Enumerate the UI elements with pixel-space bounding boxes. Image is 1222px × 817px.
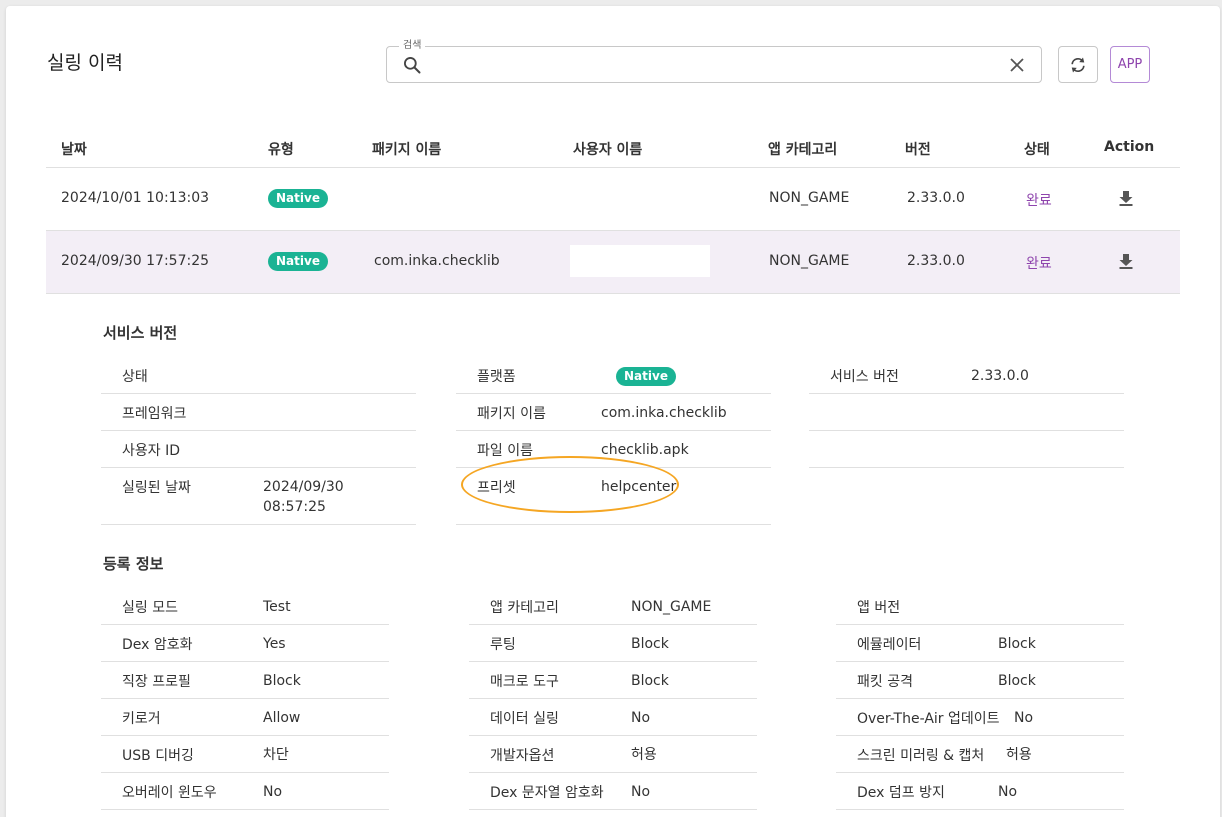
header-date[interactable]: 날짜	[61, 139, 87, 159]
highlight-ellipse	[461, 456, 679, 513]
table-row-selected[interactable]: 2024/09/30 17:57:25 Native com.inka.chec…	[46, 231, 1180, 294]
search-legend: 검색	[399, 39, 426, 53]
reg-row: 직장 프로필 Block	[101, 662, 389, 699]
reg-row: 앱 카테고리 NON_GAME	[469, 588, 757, 625]
row-category: NON_GAME	[769, 190, 850, 206]
detail-row-package: 패키지 이름 com.inka.checklib	[456, 394, 771, 431]
detail-value: 2024/09/30 08:57:25	[263, 479, 344, 515]
search-box[interactable]: 검색	[386, 39, 1042, 83]
detail-key: 실링된 날짜	[122, 480, 191, 496]
table-row[interactable]: 2024/10/01 10:13:03 Native NON_GAME 2.33…	[46, 168, 1180, 231]
status-text: 완료	[1026, 193, 1052, 209]
register-section-title: 등록 정보	[103, 555, 164, 573]
header-package[interactable]: 패키지 이름	[372, 139, 441, 159]
header-category[interactable]: 앱 카테고리	[768, 139, 837, 159]
row-date: 2024/10/01 10:13:03	[61, 190, 210, 206]
reg-row: 데이터 실링 No	[469, 699, 757, 736]
detail-row-empty	[809, 431, 1124, 468]
reg-row: Dex 문자열 암호화 No	[469, 773, 757, 810]
detail-key: 패키지 이름	[477, 406, 546, 422]
reg-row: 루팅 Block	[469, 625, 757, 662]
row-date: 2024/09/30 17:57:25	[61, 253, 210, 269]
reg-row: 개발자옵션 허용	[469, 736, 757, 773]
reg-row: Dex 덤프 방지 No	[836, 773, 1124, 810]
detail-row-platform: 플랫폼 Native	[456, 357, 771, 394]
reg-row: Over-The-Air 업데이트 No	[836, 699, 1124, 736]
row-version: 2.33.0.0	[907, 190, 965, 206]
refresh-button[interactable]	[1058, 46, 1098, 83]
detail-row-user-id: 사용자 ID	[101, 431, 416, 468]
reg-row: 매크로 도구 Block	[469, 662, 757, 699]
platform-badge: Native	[616, 367, 676, 386]
detail-value: 2.33.0.0	[971, 368, 1029, 384]
type-badge: Native	[268, 252, 328, 271]
detail-row-framework: 프레임워크	[101, 394, 416, 431]
detail-row-status: 상태	[101, 357, 416, 394]
status-text: 완료	[1026, 256, 1052, 272]
reg-row: 앱 버전	[836, 588, 1124, 625]
header-type[interactable]: 유형	[268, 139, 294, 159]
reg-row: 실링 모드 Test	[101, 588, 389, 625]
detail-key: 파일 이름	[477, 443, 533, 459]
reg-row: 패킷 공격 Block	[836, 662, 1124, 699]
header-status[interactable]: 상태	[1024, 139, 1050, 159]
detail-row-sealed-date: 실링된 날짜 2024/09/30 08:57:25	[101, 468, 416, 525]
table-header: 날짜 유형 패키지 이름 사용자 이름 앱 카테고리 버전 상태 Action	[46, 128, 1180, 168]
row-package: com.inka.checklib	[374, 253, 500, 269]
refresh-icon	[1071, 57, 1085, 72]
detail-key: 프레임워크	[122, 406, 187, 422]
history-table: 날짜 유형 패키지 이름 사용자 이름 앱 카테고리 버전 상태 Action …	[46, 128, 1180, 294]
row-category: NON_GAME	[769, 253, 850, 269]
close-icon[interactable]	[1009, 57, 1025, 73]
detail-value: com.inka.checklib	[601, 405, 727, 421]
detail-key: 상태	[122, 369, 148, 385]
reg-row: 스크린 미러링 & 캡처 허용	[836, 736, 1124, 773]
download-icon[interactable]	[1117, 252, 1135, 270]
app-button[interactable]: APP	[1110, 46, 1150, 83]
reg-row: Dex 암호화 Yes	[101, 625, 389, 662]
search-icon	[404, 57, 421, 74]
search-input[interactable]	[433, 53, 993, 77]
reg-row: 오버레이 윈도우 No	[101, 773, 389, 810]
row-version: 2.33.0.0	[907, 253, 965, 269]
header-user[interactable]: 사용자 이름	[573, 139, 642, 159]
header-action: Action	[1104, 139, 1155, 155]
detail-key: 사용자 ID	[122, 443, 180, 459]
type-badge: Native	[268, 189, 328, 208]
reg-row: USB 디버깅 차단	[101, 736, 389, 773]
detail-value: checklib.apk	[601, 442, 689, 458]
download-icon[interactable]	[1117, 189, 1135, 207]
page-title: 실링 이력	[47, 52, 123, 74]
detail-row-service-version: 서비스 버전 2.33.0.0	[809, 357, 1124, 394]
detail-key: 플랫폼	[477, 369, 516, 385]
reg-row: 키로거 Allow	[101, 699, 389, 736]
row-user	[570, 245, 710, 277]
detail-row-empty	[809, 394, 1124, 431]
reg-row: 에뮬레이터 Block	[836, 625, 1124, 662]
detail-key: 서비스 버전	[830, 369, 899, 385]
header-version[interactable]: 버전	[905, 139, 931, 159]
service-section-title: 서비스 버전	[103, 324, 178, 342]
